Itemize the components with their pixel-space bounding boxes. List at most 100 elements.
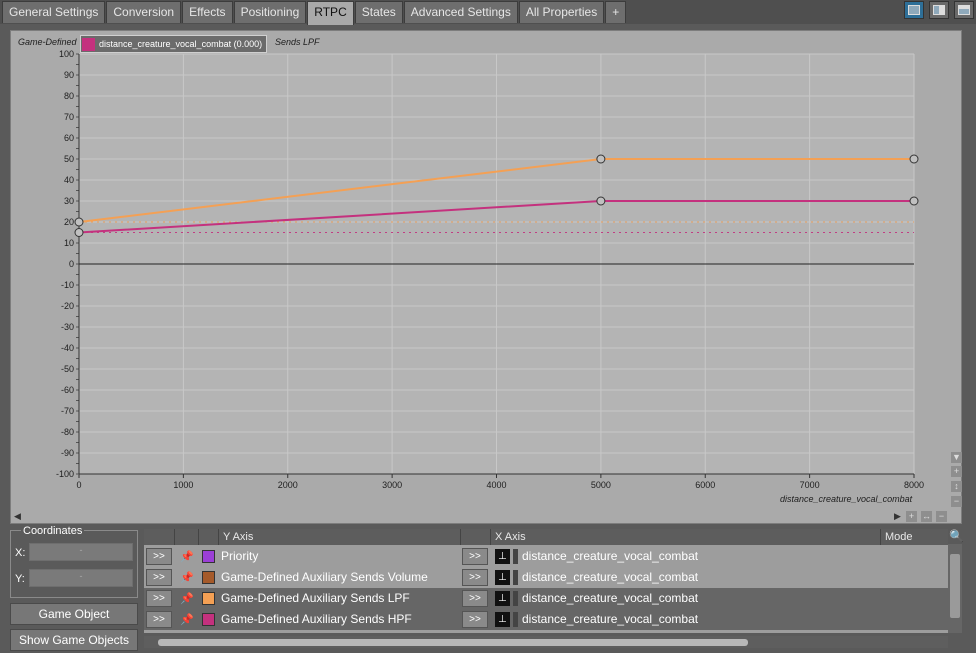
curve-color-swatch[interactable]: [202, 592, 215, 605]
game-object-explorer-button[interactable]: Game Object Explorer...: [10, 603, 138, 641]
graph-title-right: Sends LPF: [275, 37, 320, 47]
y-tick-label: 30: [64, 196, 74, 206]
y-tick-label: -40: [61, 343, 74, 353]
graph-title-left: Game-Defined: [18, 37, 77, 47]
y-tick-label: -20: [61, 301, 74, 311]
y-axis-name: Game-Defined Auxiliary Sends LPF: [221, 591, 410, 605]
rtpc-curve-chart[interactable]: 0 1000 2000 3000 4000 5000 6000 7000 80001009080…: [0, 0, 976, 530]
curve-point: [74, 217, 84, 227]
curve-point: [909, 154, 919, 164]
game-parameter-icon: ⊥: [495, 549, 510, 564]
y-tick-label: 60: [64, 133, 74, 143]
curve-color-swatch[interactable]: [202, 571, 215, 584]
y-tick-label: 100: [59, 49, 74, 59]
horizontal-scroll-thumb[interactable]: [158, 639, 748, 646]
x-coord-label: X:: [15, 547, 26, 559]
header-x-axis[interactable]: X Axis: [490, 529, 880, 545]
pin-icon[interactable]: 📌: [180, 571, 194, 584]
parameter-dropdown-icon[interactable]: [513, 570, 518, 585]
table-horizontal-scrollbar[interactable]: [144, 636, 948, 648]
vertical-scroll-thumb[interactable]: [950, 554, 960, 618]
graph-scroll-right-icon[interactable]: ▶: [892, 511, 903, 522]
zoom-out-y-icon[interactable]: −: [951, 496, 962, 507]
table-row[interactable]: >> 📌 Game-Defined Auxiliary Sends Volume…: [144, 567, 948, 588]
y-tick-label: -70: [61, 406, 74, 416]
x-tick-label: 2000: [278, 480, 298, 490]
game-parameter-icon: ⊥: [495, 591, 510, 606]
table-row[interactable]: >> 📌 Priority >> ⊥ distance_creature_voc…: [144, 546, 948, 567]
y-tick-label: 50: [64, 154, 74, 164]
x-expand-button[interactable]: >>: [462, 590, 488, 607]
rtpc-table: Y Axis X Axis Mode >> 📌 Priority >> ⊥ di…: [144, 529, 948, 633]
zoom-in-y-icon[interactable]: +: [951, 466, 962, 477]
y-tick-label: 90: [64, 70, 74, 80]
x-axis-name: distance_creature_vocal_combat: [522, 570, 699, 584]
x-tick-label: 5000: [591, 480, 611, 490]
y-tick-label: -50: [61, 364, 74, 374]
y-expand-button[interactable]: >>: [146, 548, 172, 565]
graph-scroll-down-icon[interactable]: ▼: [951, 452, 962, 463]
header-pin: [174, 529, 198, 545]
parameter-dropdown-icon[interactable]: [513, 591, 518, 606]
x-tick-label: 3000: [382, 480, 402, 490]
y-tick-label: 10: [64, 238, 74, 248]
y-tick-label: 70: [64, 112, 74, 122]
table-row[interactable]: >> 📌 Game-Defined Auxiliary Sends LPF >>…: [144, 588, 948, 609]
game-parameter-icon: ⊥: [495, 570, 510, 585]
y-expand-button[interactable]: >>: [146, 569, 172, 586]
x-axis-name: distance_creature_vocal_combat: [522, 612, 699, 626]
curve-point: [596, 196, 606, 206]
y-tick-label: 80: [64, 91, 74, 101]
y-tick-label: 40: [64, 175, 74, 185]
curve-point: [596, 154, 606, 164]
zoom-in-x-icon[interactable]: +: [906, 511, 917, 522]
table-vertical-scrollbar[interactable]: [948, 544, 962, 633]
x-tick-label: 1000: [173, 480, 193, 490]
x-tick-label: 8000: [904, 480, 924, 490]
coordinates-title: Coordinates: [21, 525, 85, 537]
table-header: Y Axis X Axis Mode: [144, 529, 948, 545]
curve-color-swatch[interactable]: [202, 550, 215, 563]
zoom-fit-x-icon[interactable]: ↔: [921, 511, 932, 522]
curve-color-swatch[interactable]: [202, 613, 215, 626]
zoom-fit-y-icon[interactable]: ↕: [951, 481, 962, 492]
x-expand-button[interactable]: >>: [462, 548, 488, 565]
header-y-axis[interactable]: Y Axis: [218, 529, 460, 545]
y-tick-label: -10: [61, 280, 74, 290]
graph-scroll-left-icon[interactable]: ◀: [12, 511, 23, 522]
search-icon[interactable]: 🔍: [949, 530, 964, 542]
game-parameter-icon: ⊥: [495, 612, 510, 627]
pin-icon[interactable]: 📌: [180, 592, 194, 605]
parameter-dropdown-icon[interactable]: [513, 549, 518, 564]
table-row[interactable]: >> 📌 Game-Defined Auxiliary Sends HPF >>…: [144, 609, 948, 630]
x-tick-label: 7000: [800, 480, 820, 490]
x-axis-name: distance_creature_vocal_combat: [780, 494, 913, 504]
y-axis-name: Priority: [221, 549, 259, 563]
y-tick-label: -80: [61, 427, 74, 437]
y-axis-name: Game-Defined Auxiliary Sends HPF: [221, 612, 412, 626]
show-game-objects-button[interactable]: Show Game Objects: [10, 629, 138, 651]
header-x-expand: [460, 529, 490, 545]
y-expand-button[interactable]: >>: [146, 611, 172, 628]
curve-point: [74, 228, 84, 237]
x-axis-name: distance_creature_vocal_combat: [522, 549, 699, 563]
coordinates-group: Coordinates X: - Y: -: [10, 525, 138, 598]
y-tick-label: -30: [61, 322, 74, 332]
y-axis-name: Game-Defined Auxiliary Sends Volume: [221, 570, 428, 584]
y-expand-button[interactable]: >>: [146, 590, 172, 607]
y-tick-label: -100: [56, 469, 74, 479]
x-expand-button[interactable]: >>: [462, 611, 488, 628]
header-mode[interactable]: Mode: [880, 529, 948, 545]
pin-icon[interactable]: 📌: [180, 613, 194, 626]
y-coord-field[interactable]: -: [29, 569, 133, 587]
y-tick-label: 20: [64, 217, 74, 227]
y-tick-label: 0: [69, 259, 74, 269]
zoom-out-x-icon[interactable]: −: [936, 511, 947, 522]
x-expand-button[interactable]: >>: [462, 569, 488, 586]
curve-point: [909, 196, 919, 206]
legend-label: distance_creature_vocal_combat (0.000): [99, 39, 263, 49]
x-coord-field[interactable]: -: [29, 543, 133, 561]
parameter-dropdown-icon[interactable]: [513, 612, 518, 627]
legend-color-swatch: [82, 37, 95, 51]
pin-icon[interactable]: 📌: [180, 550, 194, 563]
